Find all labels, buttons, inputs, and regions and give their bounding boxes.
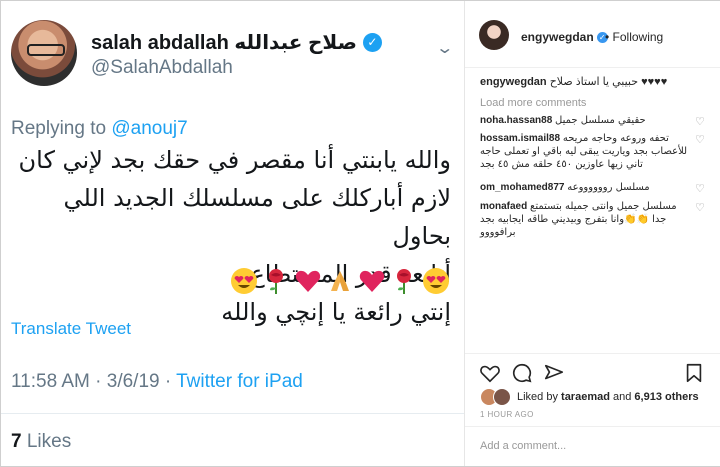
liked-by-label: Liked by [517,391,562,403]
rose-emoji-icon-2 [390,267,418,295]
replying-label: Replying to [11,118,112,139]
post-time-ago: 1 HOUR AGO [480,410,534,419]
liker-avatar[interactable] [493,388,511,406]
comment-username[interactable]: noha.hassan88 [480,115,552,126]
heart-outline-icon[interactable] [479,362,501,384]
tweet-likes[interactable]: 7 Likes [11,431,71,453]
tweet-text: والله يابنتي أنا مقصر في حقك بجد لإني كا… [11,141,451,331]
like-comment-heart-icon[interactable]: ♡ [695,201,705,214]
likes-count: 7 [11,431,22,452]
liked-and: and [609,391,635,403]
author-avatar[interactable] [11,20,77,86]
liked-others[interactable]: 6,913 others [634,391,698,403]
red-heart-emoji-icon-2 [358,267,386,295]
folded-hands-emoji-icon [326,267,354,295]
bookmark-icon[interactable] [683,362,705,384]
add-comment-field[interactable]: Add a comment... [465,426,720,467]
heart-eyes-emoji-icon-2 [422,267,450,295]
tweet-line-2: لازم أباركلك على مسلسلك الجديد اللي بحاو… [63,184,451,250]
tweet-timestamp[interactable]: 11:58 AM · 3/6/19 · [11,371,176,392]
author-name-row: salah abdallah صلاح عبدالله ✓ [91,30,382,55]
post-action-bar [465,353,720,384]
liked-by-text: Liked by taraemad and 6,913 others [517,391,699,403]
comment-text: حقيقي مسلسل جميل [555,115,646,126]
comment-text: مسلسل رووووووعه [567,182,650,193]
tweet-card: salah abdallah صلاح عبدالله ✓ @SalahAbda… [1,1,464,466]
post-caption: engywegdan حبيبي يا استاذ صلاح ♥♥♥♥ [480,75,710,88]
comment-username[interactable]: hossam.ismail88 [480,133,560,144]
tweet-source-link[interactable]: Twitter for iPad [176,371,303,392]
verified-badge-icon: ✓ [362,33,382,52]
comment-item: hossam.ismail88 تحفه وروعه وحاجه مريحه ل… [480,132,690,171]
like-comment-heart-icon[interactable]: ♡ [695,115,705,128]
replying-mention-link[interactable]: @anouj7 [111,118,187,139]
comment-icon[interactable] [511,362,533,384]
author-name[interactable]: salah abdallah صلاح عبدالله [91,30,357,55]
like-comment-heart-icon[interactable]: ♡ [695,133,705,146]
tweet-line-1: والله يابنتي أنا مقصر في حقك بجد لإني كا… [18,146,451,174]
comment-username[interactable]: om_mohamed877 [480,182,564,193]
poster-avatar[interactable] [479,20,509,50]
heart-eyes-emoji-icon [230,267,258,295]
author-handle[interactable]: @SalahAbdallah [91,57,233,79]
red-heart-emoji-icon [294,267,322,295]
add-comment-placeholder: Add a comment... [480,440,567,452]
poster-username[interactable]: engywegdan [521,30,594,44]
liked-by-user[interactable]: taraemad [561,391,610,403]
likes-label: Likes [26,431,72,452]
share-icon[interactable] [543,362,565,384]
instagram-panel: engywegdan ✓ • Following engywegdan حبيبي… [464,1,720,466]
comment-item: monafaed مسلسل جميل وانتى جميله بتستمتع … [480,200,690,239]
like-comment-heart-icon[interactable]: ♡ [695,182,705,195]
comment-username[interactable]: monafaed [480,201,527,212]
following-button[interactable]: • Following [605,30,663,44]
replying-to: Replying to @anouj7 [11,118,188,140]
tweet-meta: 11:58 AM · 3/6/19 · Twitter for iPad [11,371,303,393]
tweet-emoji-row [230,267,450,295]
caption-text: حبيبي يا استاذ صلاح ♥♥♥♥ [549,76,668,88]
chevron-down-icon[interactable]: ⌄ [435,38,454,58]
liked-by-row: Liked by taraemad and 6,913 others [480,387,699,407]
comment-item: om_mohamed877 مسلسل رووووووعه [480,181,690,194]
comment-item: noha.hassan88 حقيقي مسلسل جميل [480,114,690,127]
screenshot-frame: salah abdallah صلاح عبدالله ✓ @SalahAbda… [0,0,720,467]
avatar-glasses-shape [27,44,65,56]
rose-emoji-icon [262,267,290,295]
load-more-comments-link[interactable]: Load more comments [480,97,586,109]
poster-username-row: engywegdan ✓ [521,30,608,44]
divider [1,413,464,414]
caption-username[interactable]: engywegdan [480,76,547,88]
translate-tweet-link[interactable]: Translate Tweet [11,319,131,339]
instagram-post-header: engywegdan ✓ • Following [465,1,720,68]
